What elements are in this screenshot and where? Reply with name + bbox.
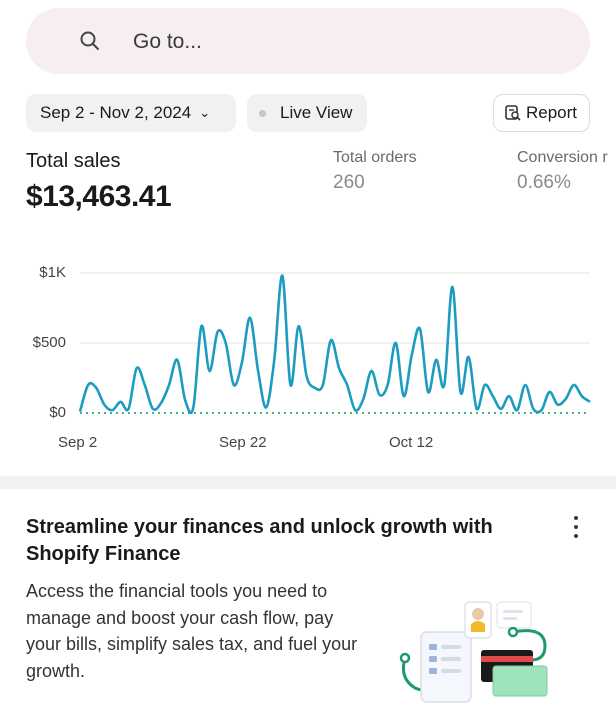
data-point [483, 383, 487, 387]
data-point [232, 383, 236, 387]
data-point [143, 383, 147, 387]
data-point [588, 400, 592, 404]
data-point [548, 390, 552, 394]
data-point [450, 285, 454, 289]
data-point [321, 383, 325, 387]
data-point [94, 386, 98, 390]
data-point [256, 369, 260, 373]
data-point [369, 369, 373, 373]
data-point [288, 383, 292, 387]
data-point [418, 327, 422, 331]
data-point [110, 408, 114, 412]
data-point [305, 375, 309, 379]
card-title: Streamline your finances and unlock grow… [26, 516, 493, 565]
data-point [208, 369, 212, 373]
data-point [175, 358, 179, 362]
data-point [491, 394, 495, 398]
data-point [118, 400, 122, 404]
data-point [297, 324, 301, 328]
data-point [313, 386, 317, 390]
data-point [151, 407, 155, 411]
data-point [191, 405, 195, 409]
data-point [467, 355, 471, 359]
card-body: Access the financial tools you need to m… [26, 581, 358, 681]
data-point [183, 398, 187, 402]
data-point [539, 408, 543, 412]
data-point [426, 390, 430, 394]
data-point [337, 366, 341, 370]
more-options-icon[interactable] [574, 516, 580, 543]
data-point [458, 390, 462, 394]
data-point [378, 393, 382, 397]
data-point [102, 403, 106, 407]
data-point [442, 383, 446, 387]
data-point [86, 383, 90, 387]
data-point [499, 407, 503, 411]
data-point [523, 383, 527, 387]
data-point [199, 324, 203, 328]
data-point [167, 383, 171, 387]
data-point [531, 407, 535, 411]
data-point [240, 361, 244, 365]
data-point [507, 394, 511, 398]
data-point [475, 407, 479, 411]
data-point [345, 383, 349, 387]
data-point [264, 405, 268, 409]
data-point [564, 397, 568, 401]
data-point [402, 394, 406, 398]
sales-line [78, 274, 591, 415]
data-point [361, 397, 365, 401]
data-point [248, 316, 252, 320]
data-point [159, 401, 163, 405]
data-point [386, 383, 390, 387]
sales-chart[interactable] [0, 0, 616, 476]
data-point [556, 403, 560, 407]
data-point [410, 352, 414, 356]
data-point [224, 341, 228, 345]
data-point [216, 330, 220, 334]
data-point [353, 408, 357, 412]
data-point [280, 274, 284, 278]
data-point [580, 394, 584, 398]
data-point [272, 358, 276, 362]
data-point [135, 366, 139, 370]
data-point [394, 341, 398, 345]
data-point [127, 407, 131, 411]
data-point [515, 408, 519, 412]
data-point [434, 358, 438, 362]
data-point [329, 338, 333, 342]
finance-illustration-icon [399, 601, 548, 703]
data-point [78, 410, 82, 414]
data-point [572, 383, 576, 387]
